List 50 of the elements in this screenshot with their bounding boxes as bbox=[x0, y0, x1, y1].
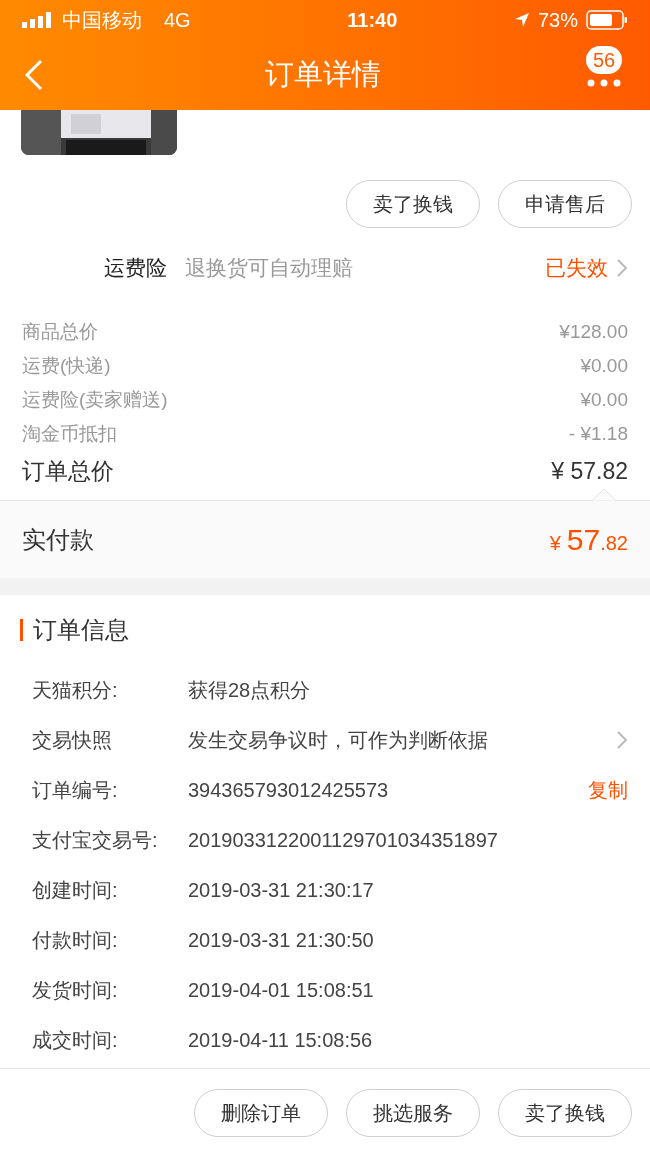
info-value: 2019-04-11 15:08:56 bbox=[188, 1028, 374, 1053]
info-label: 支付宝交易号: bbox=[32, 828, 159, 853]
section-title: 订单信息 bbox=[33, 615, 129, 645]
more-dots-icon bbox=[587, 79, 621, 87]
clock-time: 11:40 bbox=[347, 8, 398, 33]
info-label: 付款时间: bbox=[32, 928, 119, 953]
price-value: - ¥1.18 bbox=[568, 421, 628, 446]
action-button[interactable]: 卖了换钱 bbox=[498, 1088, 632, 1137]
carrier-label: 中国移动 bbox=[62, 8, 142, 33]
info-value: 获得28点积分 bbox=[188, 678, 312, 703]
page-title: 订单详情 bbox=[265, 57, 381, 93]
price-label: 商品总价 bbox=[22, 319, 98, 344]
info-value: 2019-03-31 21:30:50 bbox=[188, 928, 375, 953]
info-label: 交易快照 bbox=[32, 728, 113, 753]
battery-percent: 73% bbox=[537, 8, 578, 33]
price-value: ¥128.00 bbox=[559, 319, 628, 344]
back-chevron-icon bbox=[24, 59, 44, 91]
price-value: ¥0.00 bbox=[580, 353, 628, 378]
chevron-right-icon bbox=[616, 730, 628, 750]
info-value: 394365793012425573 bbox=[188, 778, 390, 803]
paid-amount: ¥ 57.82 bbox=[549, 522, 628, 558]
price-label: 运费险(卖家赠送) bbox=[22, 387, 168, 412]
price-value: ¥0.00 bbox=[580, 387, 628, 412]
battery-icon bbox=[586, 10, 628, 30]
insurance-status: 已失效 bbox=[545, 255, 608, 282]
signal-icon bbox=[22, 12, 54, 28]
action-button[interactable]: 删除订单 bbox=[194, 1088, 328, 1137]
chevron-right-icon bbox=[616, 258, 628, 278]
info-value: 2019033122001129701034351897 bbox=[188, 828, 499, 853]
network-label: 4G bbox=[164, 8, 191, 33]
info-label: 成交时间: bbox=[32, 1028, 119, 1053]
info-value: 2019-04-01 15:08:51 bbox=[188, 978, 375, 1003]
action-button[interactable]: 卖了换钱 bbox=[346, 180, 480, 228]
insurance-label: 运费险 bbox=[104, 255, 167, 282]
notification-badge: 56 bbox=[585, 46, 623, 74]
action-button[interactable]: 申请售后 bbox=[498, 180, 632, 228]
paid-label: 实付款 bbox=[22, 524, 94, 555]
info-value: 2019-03-31 21:30:17 bbox=[188, 878, 375, 903]
location-arrow-icon bbox=[513, 12, 530, 28]
info-value: 发生交易争议时，可作为判断依据 bbox=[188, 728, 489, 753]
price-label: 运费(快递) bbox=[22, 353, 111, 378]
info-label: 发货时间: bbox=[32, 978, 119, 1003]
info-label: 天猫积分: bbox=[32, 678, 119, 703]
insurance-description: 退换货可自动理赔 bbox=[185, 255, 354, 282]
price-label: 订单总价 bbox=[22, 456, 114, 486]
info-label: 订单编号: bbox=[32, 778, 119, 803]
info-label: 创建时间: bbox=[32, 878, 119, 903]
action-button[interactable]: 挑选服务 bbox=[346, 1088, 480, 1137]
price-value: ¥ 57.82 bbox=[551, 456, 628, 486]
price-label: 淘金币抵扣 bbox=[22, 421, 117, 446]
